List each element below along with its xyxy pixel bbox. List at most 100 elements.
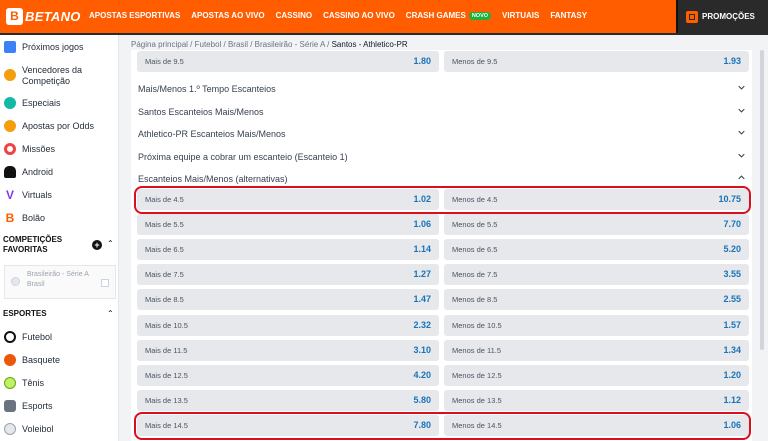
odd-over-button[interactable]: Mais de 8.5 1.47 — [137, 289, 439, 310]
odd-label: Mais de 13.5 — [145, 396, 188, 405]
market-title: Próxima equipe a cobrar um escanteio (Es… — [138, 152, 348, 162]
odd-value: 1.57 — [723, 320, 741, 330]
favorite-name: Brasileirão - Série A — [27, 271, 89, 278]
medal-icon — [4, 120, 16, 132]
odd-under-button[interactable]: Menos de 10.5 1.57 — [444, 315, 749, 336]
odd-value: 1.20 — [723, 370, 741, 380]
odd-under-button[interactable]: Menos de 5.5 7.70 — [444, 214, 749, 235]
sidebar-item-label: Android — [22, 166, 54, 177]
sidebar-item-label: Virtuals — [22, 189, 52, 200]
market-athletico-escanteios[interactable]: Athletico-PR Escanteios Mais/Menos — [131, 124, 752, 144]
nav-cassino[interactable]: CASSINO — [276, 11, 312, 20]
odd-value: 7.70 — [723, 219, 741, 229]
odd-value: 3.10 — [413, 345, 431, 355]
sidebar-item-especiais[interactable]: Especiais — [0, 97, 119, 109]
target-icon — [4, 143, 16, 155]
market-title: Escanteios Mais/Menos (alternativas) — [138, 174, 288, 184]
highlight-box — [134, 186, 751, 214]
nav-virtuais[interactable]: VIRTUAIS — [502, 11, 539, 20]
sidebar-item-label: Apostas por Odds — [22, 120, 95, 131]
chevron-up-icon[interactable]: ⌃ — [107, 239, 114, 248]
market-proxima-equipe-escanteio[interactable]: Próxima equipe a cobrar um escanteio (Es… — [131, 147, 752, 167]
odd-value: 1.34 — [723, 345, 741, 355]
odd-over-button[interactable]: Mais de 5.5 1.06 — [137, 214, 439, 235]
odd-label: Mais de 9.5 — [145, 57, 184, 66]
odd-label: Mais de 8.5 — [145, 295, 184, 304]
android-icon — [4, 166, 16, 178]
sidebar-item-vencedores[interactable]: Vencedores da Competição — [0, 65, 119, 87]
sidebar-item-proximos-jogos[interactable]: Próximos jogos — [0, 41, 119, 53]
favorite-checkbox[interactable] — [101, 279, 109, 287]
odd-over-button[interactable]: Mais de 11.5 3.10 — [137, 340, 439, 361]
esportes-title: ESPORTES — [3, 309, 47, 318]
odd-under-button[interactable]: Menos de 7.5 3.55 — [444, 264, 749, 285]
odd-label: Mais de 12.5 — [145, 371, 188, 380]
odd-label: Menos de 10.5 — [452, 321, 502, 330]
odd-label: Menos de 13.5 — [452, 396, 502, 405]
market-mais-menos-1-tempo[interactable]: Mais/Menos 1.º Tempo Escanteios — [131, 79, 752, 99]
breadcrumb-item[interactable]: Página principal — [131, 40, 188, 49]
odd-over-button[interactable]: Mais de 6.5 1.14 — [137, 239, 439, 260]
betano-logo[interactable]: B BETANO — [6, 6, 81, 26]
breadcrumb-item[interactable]: Futebol — [195, 40, 222, 49]
odd-over-button[interactable]: Mais de 7.5 1.27 — [137, 264, 439, 285]
soccer-ball-icon — [4, 331, 16, 343]
sidebar: Próximos jogos Vencedores da Competição … — [0, 35, 119, 441]
logo-text: BETANO — [25, 8, 81, 24]
odd-under-9-5[interactable]: Menos de 9.5 1.93 — [444, 51, 749, 72]
sidebar-item-futebol[interactable]: Futebol — [0, 331, 119, 343]
trophy-icon — [4, 69, 16, 81]
odd-under-button[interactable]: Menos de 12.5 1.20 — [444, 365, 749, 386]
sidebar-item-apostas-por-odds[interactable]: Apostas por Odds — [0, 120, 119, 132]
gift-icon — [686, 10, 698, 23]
add-favorite-button[interactable]: + — [92, 240, 102, 250]
scrollbar[interactable] — [760, 50, 764, 350]
sidebar-item-virtuals[interactable]: V Virtuals — [0, 189, 119, 201]
nav-fantasy[interactable]: FANTASY — [550, 11, 587, 20]
breadcrumb-item[interactable]: Brasil — [228, 40, 248, 49]
sidebar-item-voleibol[interactable]: Voleibol — [0, 423, 119, 435]
star-icon — [4, 97, 16, 109]
odd-under-button[interactable]: Menos de 11.5 1.34 — [444, 340, 749, 361]
basketball-icon — [4, 354, 16, 366]
odd-value: 1.06 — [413, 219, 431, 229]
sidebar-item-esports[interactable]: Esports — [0, 400, 119, 412]
sidebar-item-label: Vencedores da Competição — [22, 65, 83, 86]
highlight-box — [134, 412, 751, 440]
chevron-up-icon — [738, 175, 745, 180]
favorite-competition-item[interactable]: Brasileirão - Série A Brasil — [4, 265, 116, 299]
promocoes-label: PROMOÇÕES — [702, 12, 755, 21]
odd-under-button[interactable]: Menos de 8.5 2.55 — [444, 289, 749, 310]
odd-over-button[interactable]: Mais de 12.5 4.20 — [137, 365, 439, 386]
novo-badge: NOVO — [468, 11, 492, 20]
odd-value: 3.55 — [723, 269, 741, 279]
volleyball-icon — [4, 423, 16, 435]
nav-apostas-ao-vivo[interactable]: APOSTAS AO VIVO — [191, 11, 264, 20]
sidebar-item-missoes[interactable]: Missões — [0, 143, 119, 155]
odd-under-button[interactable]: Menos de 13.5 1.12 — [444, 390, 749, 411]
odd-over-9-5[interactable]: Mais de 9.5 1.80 — [137, 51, 439, 72]
promocoes-button[interactable]: PROMOÇÕES — [676, 0, 768, 33]
breadcrumb-current: Santos - Athletico-PR — [331, 40, 408, 49]
sidebar-item-bolao[interactable]: B Bolão — [0, 212, 119, 224]
sidebar-item-label: Especiais — [22, 97, 61, 108]
odd-over-button[interactable]: Mais de 10.5 2.32 — [137, 315, 439, 336]
sidebar-item-android[interactable]: Android — [0, 166, 119, 178]
chevron-down-icon — [738, 153, 745, 158]
odd-value: 4.20 — [413, 370, 431, 380]
chevron-up-icon[interactable]: ⌃ — [107, 309, 114, 318]
nav-crash-games[interactable]: CRASH GAMES NOVO — [406, 11, 492, 20]
odd-under-button[interactable]: Menos de 6.5 5.20 — [444, 239, 749, 260]
market-title: Mais/Menos 1.º Tempo Escanteios — [138, 84, 276, 94]
nav-apostas-esportivas[interactable]: APOSTAS ESPORTIVAS — [89, 11, 180, 20]
sidebar-item-label: Voleibol — [22, 423, 54, 434]
odd-over-button[interactable]: Mais de 13.5 5.80 — [137, 390, 439, 411]
sidebar-item-basquete[interactable]: Basquete — [0, 354, 119, 366]
sidebar-item-label: Esports — [22, 400, 53, 411]
tennis-ball-icon — [4, 377, 16, 389]
odd-label: Menos de 12.5 — [452, 371, 502, 380]
sidebar-item-tenis[interactable]: Tênis — [0, 377, 119, 389]
breadcrumb-item[interactable]: Brasileirão - Série A — [255, 40, 325, 49]
nav-cassino-ao-vivo[interactable]: CASSINO AO VIVO — [323, 11, 395, 20]
market-santos-escanteios[interactable]: Santos Escanteios Mais/Menos — [131, 102, 752, 122]
